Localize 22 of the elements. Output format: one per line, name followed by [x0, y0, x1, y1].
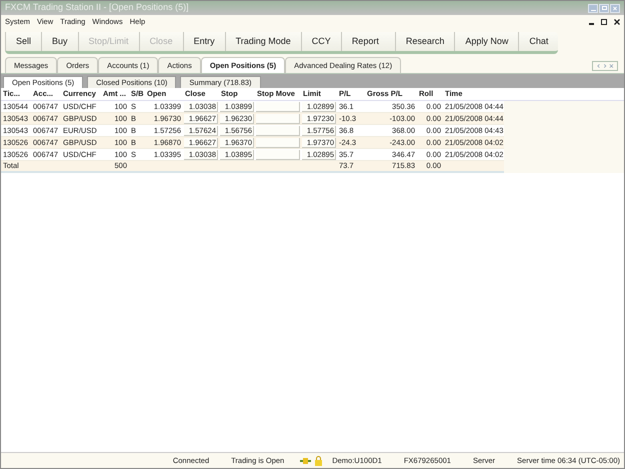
- tab-nav-icon[interactable]: [592, 61, 618, 71]
- price-field[interactable]: [256, 126, 300, 136]
- minimize-icon[interactable]: [588, 4, 598, 12]
- toolbar-button[interactable]: Trading Mode: [224, 32, 301, 51]
- close-icon[interactable]: [614, 19, 620, 25]
- toolbar-button[interactable]: Sell: [5, 32, 42, 51]
- price-field[interactable]: [256, 150, 300, 160]
- window-title: FXCM Trading Station II - [Open Positions (5)]: [5, 1, 189, 14]
- price-field[interactable]: [256, 138, 300, 148]
- toolbar-button[interactable]: Entry: [182, 32, 225, 51]
- connection-icon: [300, 456, 312, 464]
- lock-icon: [315, 456, 322, 466]
- price-field[interactable]: [256, 102, 300, 112]
- toolbar-button[interactable]: Chat: [518, 32, 558, 51]
- toolbar-button[interactable]: Report: [340, 32, 389, 51]
- restore-icon[interactable]: [601, 19, 607, 25]
- toolbar-button[interactable]: Buy: [41, 32, 78, 51]
- toolbar-button[interactable]: CCY: [300, 32, 341, 51]
- maximize-icon[interactable]: [599, 4, 609, 12]
- toolbar-button[interactable]: Research: [394, 32, 454, 51]
- price-field[interactable]: [256, 114, 300, 124]
- toolbar-button[interactable]: Apply Now: [454, 32, 518, 51]
